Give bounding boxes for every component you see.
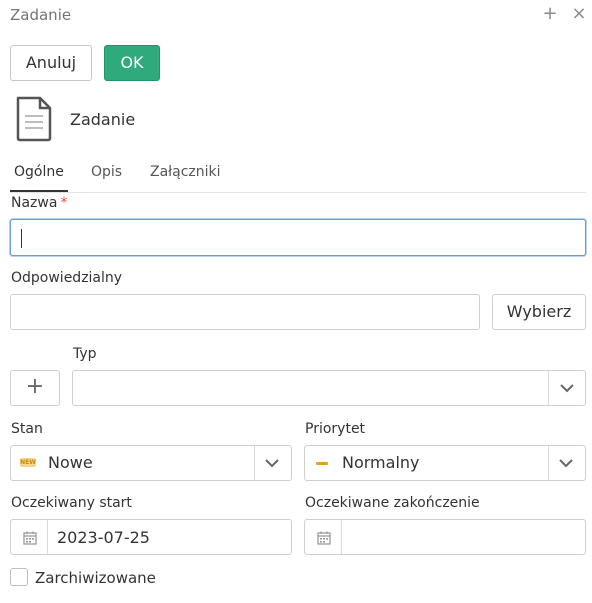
priority-select[interactable]: Normalny [304, 445, 586, 481]
choose-responsible-button[interactable]: Wybierz [492, 294, 586, 330]
date-separator [47, 520, 48, 554]
expected-start-input[interactable]: 2023-07-25 [10, 519, 292, 555]
expected-start-label: Oczekiwany start [11, 495, 132, 511]
state-label: Stan [11, 421, 43, 437]
required-mark: * [60, 195, 68, 211]
calendar-icon[interactable] [317, 531, 331, 545]
tab-attachments[interactable]: Załączniki [150, 164, 221, 180]
ok-button[interactable]: OK [104, 45, 160, 81]
calendar-icon[interactable] [23, 531, 37, 545]
cancel-button[interactable]: Anuluj [10, 45, 92, 81]
select-separator [548, 446, 549, 480]
select-separator [548, 371, 549, 405]
archived-checkbox[interactable] [10, 568, 28, 586]
add-type-button[interactable]: + [10, 370, 60, 406]
type-label: Typ [73, 346, 97, 362]
name-label: Nazwa * [11, 195, 68, 211]
type-select[interactable] [72, 370, 586, 406]
chevron-down-icon[interactable] [558, 457, 574, 469]
close-icon[interactable]: × [569, 3, 589, 24]
priority-label: Priorytet [305, 421, 366, 437]
tab-bar: Ogólne Opis Załączniki [10, 164, 586, 193]
archived-label[interactable]: Zarchiwizowane [35, 569, 156, 587]
state-select[interactable]: NEW Nowe [10, 445, 292, 481]
page-title: Zadanie [70, 110, 136, 129]
select-separator [254, 446, 255, 480]
text-caret [21, 229, 22, 248]
normal-priority-icon [316, 462, 328, 465]
state-value: Nowe [48, 453, 93, 472]
tab-general[interactable]: Ogólne [14, 164, 64, 180]
responsible-label: Odpowiedzialny [11, 270, 123, 286]
add-icon[interactable]: + [540, 3, 560, 24]
window-title: Zadanie [10, 6, 72, 24]
priority-value: Normalny [342, 453, 420, 472]
expected-end-input[interactable] [304, 519, 586, 555]
document-icon [16, 96, 52, 142]
expected-end-label: Oczekiwane zakończenie [305, 495, 480, 511]
window-titlebar: Zadanie + × [0, 0, 592, 32]
date-separator [341, 520, 342, 554]
chevron-down-icon[interactable] [264, 457, 280, 469]
expected-start-value: 2023-07-25 [57, 528, 150, 547]
active-tab-indicator [10, 190, 68, 192]
name-input[interactable] [10, 219, 586, 256]
tab-description[interactable]: Opis [91, 164, 122, 180]
responsible-input[interactable] [10, 294, 480, 330]
new-badge-icon: NEW [20, 458, 36, 467]
chevron-down-icon[interactable] [559, 382, 575, 394]
